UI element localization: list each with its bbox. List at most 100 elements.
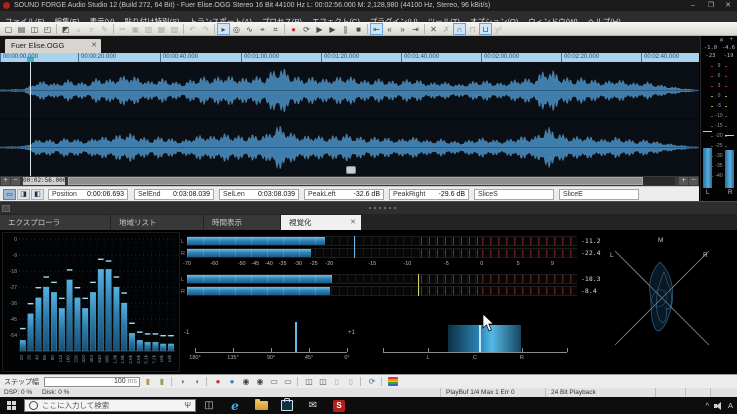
minimize-button[interactable]: –: [685, 0, 701, 11]
eye-icon[interactable]: ◉: [240, 376, 252, 387]
cut-icon[interactable]: ✂: [116, 23, 129, 35]
volume-icon[interactable]: [714, 402, 723, 410]
copy-icon[interactable]: ▣: [129, 23, 142, 35]
dock-tab-close-icon[interactable]: ✕: [350, 215, 356, 230]
sphere-icon[interactable]: ●: [226, 376, 238, 387]
lock-icon[interactable]: ⊔: [479, 23, 492, 35]
refresh-icon[interactable]: ⟳: [366, 376, 378, 387]
open-file-icon[interactable]: ▤: [15, 23, 28, 35]
disabled-style2-icon[interactable]: ▯: [345, 376, 357, 387]
pause-icon[interactable]: ∥: [339, 23, 352, 35]
mix-icon[interactable]: ▦: [155, 23, 168, 35]
status-field-peakleft[interactable]: PeakLeft-32.6 dB: [304, 189, 384, 200]
edge-button[interactable]: e: [222, 397, 248, 414]
group-icon[interactable]: ⊓: [466, 23, 479, 35]
tray-chevron-icon[interactable]: ^: [705, 401, 709, 410]
center-drag-handle[interactable]: [346, 166, 356, 174]
clear-selection-icon[interactable]: ✗: [440, 23, 453, 35]
document-tab-close-icon[interactable]: ✕: [91, 39, 97, 53]
region-style-icon[interactable]: ▮: [156, 376, 168, 387]
window-style2-icon[interactable]: ▭: [282, 376, 294, 387]
auto-ripple-icon[interactable]: y²: [492, 23, 505, 35]
meter-style2-icon[interactable]: ◫: [317, 376, 329, 387]
maximize-button[interactable]: ❐: [703, 0, 719, 11]
zoom-in2-button[interactable]: +: [679, 177, 688, 185]
status-field-selend[interactable]: SelEnd0:03:08.039: [134, 189, 214, 200]
play-all-icon[interactable]: ▶: [313, 23, 326, 35]
marker-style-icon[interactable]: ▮: [142, 376, 154, 387]
window-style-icon[interactable]: ▭: [268, 376, 280, 387]
disabled-style-icon[interactable]: ▯: [331, 376, 343, 387]
status-field-slices[interactable]: SliceS: [474, 189, 554, 200]
time-ruler[interactable]: 00:00:00.00000:00:20.00000:00:40.00000:0…: [0, 53, 699, 62]
go-to-end-icon[interactable]: ⇥: [409, 23, 422, 35]
mail-button[interactable]: ✉: [300, 397, 326, 414]
status-field-peakright[interactable]: PeakRight-29.6 dB: [389, 189, 469, 200]
rainbow-levels-icon[interactable]: [388, 377, 398, 386]
envelope-tool-icon[interactable]: ∿: [243, 23, 256, 35]
undo-icon[interactable]: ↶: [186, 23, 199, 35]
dock-tab-3[interactable]: 視覚化✕: [281, 215, 361, 230]
start-button[interactable]: [7, 401, 16, 410]
loop-region-icon[interactable]: ◗: [177, 376, 189, 387]
meter-style-icon[interactable]: ◫: [303, 376, 315, 387]
task-view-button[interactable]: ◫: [196, 397, 222, 414]
render-as-icon[interactable]: ◰: [41, 23, 54, 35]
trim-icon[interactable]: ▧: [168, 23, 181, 35]
dock-tab-1[interactable]: 地域リスト: [111, 215, 203, 230]
rewind-icon[interactable]: «: [383, 23, 396, 35]
document-tab[interactable]: Fuer Elise.OGG ✕: [5, 39, 101, 53]
playback-cursor[interactable]: [30, 62, 31, 176]
taskbar-search-box[interactable]: ここに入力して検索 Ψ: [24, 399, 196, 412]
zoom-level-button[interactable]: ◧: [31, 189, 44, 200]
meter-close-button[interactable]: ✕: [719, 37, 724, 44]
properties-icon[interactable]: ◩: [59, 23, 72, 35]
status-field-position[interactable]: Position0:00:06.693: [48, 189, 128, 200]
status-field-sellen[interactable]: SelLen0:03:08.039: [219, 189, 299, 200]
edit-tool-icon[interactable]: ▸: [217, 23, 230, 35]
move-down-icon[interactable]: ▿: [85, 23, 98, 35]
dock-tab-2[interactable]: 時間表示: [204, 215, 280, 230]
splitter-grip[interactable]: [369, 207, 399, 209]
loop-region2-icon[interactable]: ◖: [191, 376, 203, 387]
play-icon[interactable]: ▶: [326, 23, 339, 35]
soundforge-taskbar-button[interactable]: S: [326, 397, 352, 414]
cut-selection-icon[interactable]: ✕: [427, 23, 440, 35]
fit-view-button[interactable]: ▭: [3, 189, 16, 200]
status-field-slicee[interactable]: SliceE: [559, 189, 639, 200]
zoom-time-button[interactable]: ◨: [17, 189, 30, 200]
paste-icon[interactable]: ▥: [142, 23, 155, 35]
record-meter-icon[interactable]: ●: [212, 376, 224, 387]
zoom-out2-button[interactable]: −: [689, 177, 698, 185]
dock-splitter[interactable]: [0, 201, 737, 214]
horizontal-scrollbar[interactable]: [68, 177, 675, 185]
microphone-icon[interactable]: Ψ: [184, 401, 191, 410]
close-button[interactable]: ✕: [720, 0, 736, 11]
file-explorer-button[interactable]: [248, 397, 274, 414]
scrollbar-thumb[interactable]: [68, 177, 643, 185]
edit-info-icon[interactable]: ✎: [98, 23, 111, 35]
store-button[interactable]: [274, 397, 300, 414]
go-to-start-icon[interactable]: ⇤: [370, 23, 383, 35]
step-width-input[interactable]: 100 ms: [44, 377, 140, 387]
zoom-out-button[interactable]: −: [11, 177, 20, 185]
magnify-tool-icon[interactable]: ◎: [230, 23, 243, 35]
save-icon[interactable]: ◫: [28, 23, 41, 35]
redo-icon[interactable]: ↷: [199, 23, 212, 35]
event-tool-icon[interactable]: ⌗: [269, 23, 282, 35]
new-file-icon[interactable]: ▢: [2, 23, 15, 35]
meter-menu-button[interactable]: +: [729, 37, 733, 43]
stop-icon[interactable]: ■: [352, 23, 365, 35]
eye2-icon[interactable]: ◉: [254, 376, 266, 387]
forward-icon[interactable]: »: [396, 23, 409, 35]
move-up-icon[interactable]: ▵: [72, 23, 85, 35]
dock-tab-0[interactable]: エクスプローラ: [0, 215, 110, 230]
snap-icon[interactable]: ∩: [453, 23, 466, 35]
record-icon[interactable]: ●: [287, 23, 300, 35]
loop-playback-icon[interactable]: ⟳: [300, 23, 313, 35]
d splitter-menu-icon[interactable]: [2, 205, 10, 212]
marker-tool-icon[interactable]: ⌖: [256, 23, 269, 35]
waveform-view[interactable]: [0, 62, 699, 176]
zoom-in-button[interactable]: +: [1, 177, 10, 185]
ime-indicator[interactable]: A: [728, 401, 733, 410]
